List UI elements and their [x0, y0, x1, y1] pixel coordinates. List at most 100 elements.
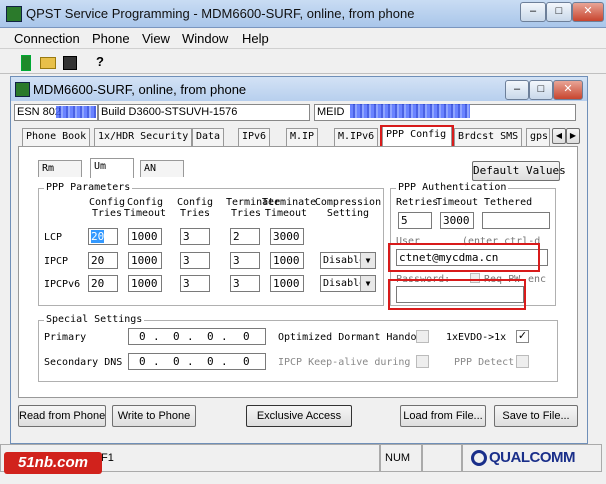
ipcp-config-tries-2-input[interactable]: 3	[180, 252, 210, 269]
auth-tethered-input[interactable]	[482, 212, 550, 229]
optimized-dormant-checkbox[interactable]	[416, 330, 429, 343]
window-title-bar: QPST Service Programming - MDM6600-SURF,…	[0, 0, 606, 28]
secondary-dns-octet-2: 0	[173, 355, 180, 368]
menu-connection[interactable]: Connection	[14, 31, 80, 46]
secondary-dns-label: Secondary DNS	[44, 357, 123, 368]
ipcpv6-terminate-tries-input[interactable]: 3	[230, 275, 260, 292]
status-help-text: F1	[101, 452, 114, 464]
chevron-down-icon[interactable]: ▼	[360, 253, 375, 268]
load-from-file-button[interactable]: Load from File...	[400, 405, 486, 427]
header-config-tries-2: Config Tries	[176, 197, 214, 219]
tab-brdcst-sms[interactable]: Brdcst SMS	[454, 128, 523, 146]
tab-ipv6[interactable]: IPv6	[238, 128, 271, 146]
maximize-button[interactable]: □	[546, 2, 572, 22]
tab-gps[interactable]: gps	[526, 128, 550, 146]
ip-dot: .	[153, 355, 160, 368]
menu-view[interactable]: View	[142, 31, 170, 46]
build-field: Build D3600-STSUVH-1576	[98, 104, 310, 121]
ipcp-terminate-tries-input[interactable]: 3	[230, 252, 260, 269]
menu-phone[interactable]: Phone	[92, 31, 130, 46]
special-settings-title: Special Settings	[44, 314, 145, 325]
primary-dns-octet-1: 0	[139, 330, 146, 343]
ipcp-keepalive-checkbox[interactable]	[416, 355, 429, 368]
ip-dot: .	[221, 330, 228, 343]
ppp-detect-checkbox[interactable]	[516, 355, 529, 368]
tab-mip[interactable]: M.IP	[286, 128, 319, 146]
esn-label: ESN 802	[17, 106, 62, 118]
read-from-phone-button[interactable]: Read from Phone	[18, 405, 106, 427]
evdo-checkbox[interactable]: ✓	[516, 330, 529, 343]
exclusive-access-button[interactable]: Exclusive Access	[246, 405, 352, 427]
ppp-authentication-title: PPP Authentication	[396, 182, 509, 193]
subtab-an[interactable]: AN	[140, 160, 184, 177]
qualcomm-logo-icon	[471, 450, 487, 467]
save-icon[interactable]	[60, 52, 80, 72]
ppp-parameters-title: PPP Parameters	[44, 182, 133, 193]
ipcpv6-compression-select[interactable]: Disable ▼	[320, 275, 376, 292]
tab-1x-hdr-security[interactable]: 1x/HDR Security	[94, 128, 193, 146]
auth-timeout-input[interactable]: 3000	[440, 212, 474, 229]
help-icon[interactable]: ?	[90, 52, 110, 72]
tab-phone-book[interactable]: Phone Book	[22, 128, 91, 146]
auth-retries-label: Retries	[396, 197, 439, 208]
close-button[interactable]: ✕	[572, 2, 604, 22]
primary-dns-octet-2: 0	[173, 330, 180, 343]
lcp-terminate-timeout-input[interactable]: 3000	[270, 228, 304, 245]
watermark-logo: 51nb.com	[4, 452, 102, 474]
save-to-file-button[interactable]: Save to File...	[494, 405, 578, 427]
ppp-detect-label: PPP Detect	[454, 357, 515, 368]
auth-retries-input[interactable]: 5	[398, 212, 432, 229]
lcp-config-tries-value: 20	[91, 230, 105, 243]
chevron-down-icon[interactable]: ▼	[360, 276, 375, 291]
child-maximize-button[interactable]: □	[529, 80, 553, 100]
subtab-rm[interactable]: Rm	[38, 160, 82, 177]
tab-mipv6[interactable]: M.IPv6	[334, 128, 379, 146]
default-values-button[interactable]: Default Values	[472, 161, 566, 181]
write-to-phone-button[interactable]: Write to Phone	[112, 405, 196, 427]
menu-help[interactable]: Help	[242, 31, 269, 46]
ip-dot: .	[187, 330, 194, 343]
meid-redacted	[350, 104, 470, 118]
lcp-config-tries-input[interactable]: 20	[88, 228, 118, 245]
status-empty-pane	[422, 444, 462, 472]
ipcp-config-tries-input[interactable]: 20	[88, 252, 118, 269]
menu-window[interactable]: Window	[182, 31, 228, 46]
user-highlight-box	[388, 243, 540, 272]
ip-dot: .	[153, 330, 160, 343]
esn-redacted	[56, 106, 96, 118]
tab-scroll-left-icon[interactable]: ◀	[552, 128, 566, 144]
lcp-config-timeout-input[interactable]: 1000	[128, 228, 162, 245]
auth-timeout-label: Timeout	[436, 197, 479, 208]
tab-scroll-right-icon[interactable]: ▶	[566, 128, 580, 144]
child-close-button[interactable]: ✕	[553, 80, 583, 100]
primary-dns-octet-3: 0	[207, 330, 214, 343]
ipcpv6-terminate-timeout-input[interactable]: 1000	[270, 275, 304, 292]
special-settings-group	[38, 320, 558, 382]
lcp-label: LCP	[44, 232, 63, 243]
lcp-config-tries-2-input[interactable]: 3	[180, 228, 210, 245]
ipcp-terminate-timeout-input[interactable]: 1000	[270, 252, 304, 269]
ipcpv6-label: IPCPv6	[44, 279, 81, 290]
header-terminate-timeout: Terminate Timeout	[262, 197, 317, 219]
qualcomm-logo-text: QUALCOMM	[489, 449, 576, 466]
secondary-dns-input[interactable]: 0 . 0 . 0 . 0	[128, 353, 266, 370]
lcp-terminate-tries-input[interactable]: 2	[230, 228, 260, 245]
open-folder-icon[interactable]	[38, 52, 58, 72]
child-app-icon	[15, 82, 30, 97]
ipcpv6-config-tries-input[interactable]: 20	[88, 275, 118, 292]
auth-tethered-label: Tethered	[484, 197, 533, 208]
primary-dns-input[interactable]: 0 . 0 . 0 . 0	[128, 328, 266, 345]
child-minimize-button[interactable]: –	[505, 80, 529, 100]
phone-icon[interactable]	[16, 52, 36, 72]
child-title: MDM6600-SURF, online, from phone	[33, 82, 247, 97]
minimize-button[interactable]: –	[520, 2, 546, 22]
ipcp-config-timeout-input[interactable]: 1000	[128, 252, 162, 269]
ipcpv6-config-tries-2-input[interactable]: 3	[180, 275, 210, 292]
ipcpv6-config-timeout-input[interactable]: 1000	[128, 275, 162, 292]
tab-data[interactable]: Data	[192, 128, 225, 146]
evdo-label: 1xEVDO->1x	[446, 332, 507, 343]
subtab-um[interactable]: Um	[90, 158, 134, 178]
enc-label: enc	[528, 274, 547, 285]
ipcp-compression-select[interactable]: Disable ▼	[320, 252, 376, 269]
meid-label: MEID	[317, 106, 345, 118]
